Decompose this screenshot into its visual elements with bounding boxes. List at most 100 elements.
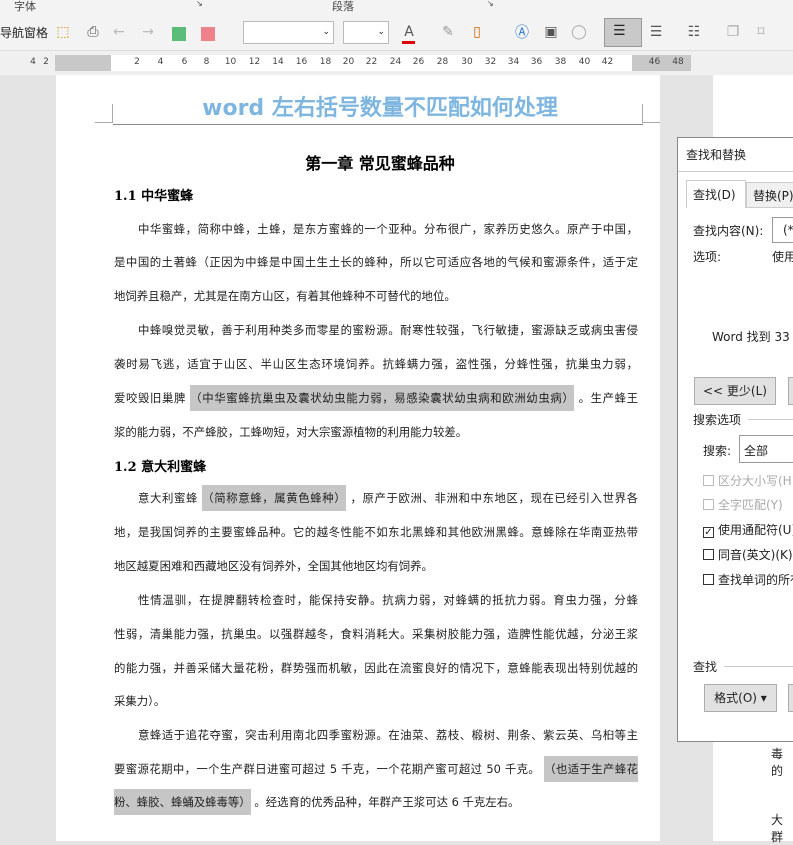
section-heading: 1.2 意大利蜜蜂: [114, 460, 207, 475]
paragraph-dialog-launcher-icon[interactable]: ↘: [487, 0, 494, 8]
text-segment: 。生产蜂王: [578, 391, 638, 405]
text-line: 中蜂嗅觉灵敏，善于利用种类多而零星的蜜粉源。耐寒性较强，飞行敏捷，蜜源缺乏或病虫…: [114, 319, 638, 341]
ruler-tick: 14: [272, 57, 284, 67]
text-segment: 意大利蜜蜂: [138, 491, 199, 505]
tab-find[interactable]: 查找(D): [686, 180, 746, 208]
ruler-tick: 8: [203, 57, 210, 67]
text-segment: 性弱，清巢能力强，抗巢虫。以强群越冬，食料消耗大。采集树胶能力强，造脾性能优越，…: [114, 627, 638, 641]
text-segment: 采集力）。: [114, 694, 166, 708]
text-line: 地，是我国饲养的主要蜜蜂品种。它的越冬性能不如东北黑蜂和其他欧洲黑蜂。意蜂除在华…: [114, 521, 638, 543]
multilevel-list-icon[interactable]: ☰: [645, 21, 667, 43]
ruler-tick: 32: [484, 57, 497, 67]
text-line: 性弱，清巢能力强，抗巢虫。以强群越冬，食料消耗大。采集树胶能力强，造脾性能优越，…: [114, 623, 638, 645]
find-input[interactable]: (*): [772, 217, 793, 243]
ruler-tick: 36: [530, 57, 543, 67]
font-color-icon[interactable]: A: [398, 21, 420, 43]
ruler-tick: 40: [578, 57, 591, 67]
ruler-tick: 16: [295, 57, 308, 67]
wildcard-checkbox[interactable]: ✓ 使用通配符(U): [703, 521, 793, 538]
tab-replace[interactable]: 替换(P): [746, 182, 793, 208]
text-segment: 性情温驯，在提脾翻转检查时，能保持安静。抗病力弱，对蜂螨的抵抗力弱。育虫力强，分…: [138, 593, 638, 607]
select-icon[interactable]: ⬚: [52, 21, 74, 43]
textbox-icon[interactable]: Ⓐ: [511, 21, 533, 43]
search-label: 搜索:: [703, 444, 732, 458]
header-title: word 左右括号数量不匹配如何处理: [202, 96, 558, 121]
copy-icon[interactable]: ❐: [722, 21, 744, 43]
more-options-button[interactable]: [788, 377, 793, 405]
red-color-icon[interactable]: [201, 27, 215, 41]
search-options-heading: 搜索选项: [693, 413, 742, 427]
text-line: 粉、蜂胶、蜂蛹及蜂毒等） 。经选育的优秀品种，年群产王浆可达 6 千克左右。: [114, 789, 638, 815]
ruler-tick: 2: [43, 57, 49, 67]
search-direction-select[interactable]: 全部: [739, 435, 793, 463]
group-font-label: 字体: [14, 0, 36, 13]
green-color-icon[interactable]: [172, 27, 186, 41]
print-icon[interactable]: ⎙: [82, 21, 104, 43]
format-painter-icon[interactable]: ✎: [437, 21, 459, 43]
line-spacing-icon[interactable]: ☷: [683, 21, 705, 43]
ribbon-toolbar: 导航窗格 ⬚ ⎙ ← → ⌄ ⌄ A ✎ ▯ Ⓐ ▣ ◯ ☰ ☰ ☷ ❐ ⌑: [0, 13, 793, 51]
find-label: 查找内容(N):: [693, 224, 764, 238]
text-segment: 中华蜜蜂，简称中蜂，土蜂，是东方蜜蜂的一个亚种。分布很广，家养历史悠久。原产于中…: [138, 222, 638, 236]
text-line: 意蜂适于追花夺蜜，突击利用南北四季蜜粉源。在油菜、荔枝、椴树、荆条、紫云英、乌桕…: [114, 724, 638, 746]
text-line: 浆的能力弱，不产蜂胶，工蜂吻短，对大宗蜜源植物的利用能力较差。: [114, 421, 638, 443]
text-segment: 是中国的土著蜂（正因为中蜂是中国土生土长的蜂种，所以它可适应各地的气候和蜜源条件…: [114, 255, 638, 269]
special-button[interactable]: [788, 684, 793, 712]
ribbon-group-labels: 字体 ↘ 段落 ↘: [0, 0, 793, 13]
ruler-tick: 18: [319, 57, 332, 67]
search-highlight: （简称意蜂，属黄色蜂种）: [202, 485, 347, 511]
dialog-title: 查找和替换: [686, 148, 747, 162]
text-segment: 爱咬毁旧巢脾: [114, 391, 187, 405]
text-line: 性情温驯，在提脾翻转检查时，能保持安静。抗病力弱，对蜂螨的抵抗力弱。育虫力强，分…: [114, 589, 638, 611]
match-case-checkbox[interactable]: 区分大小写(H): [703, 472, 793, 489]
text-segment: 浆的能力弱，不产蜂胶，工蜂吻短，对大宗蜜源植物的利用能力较差。: [114, 425, 468, 439]
numbering-button[interactable]: ☰: [604, 18, 642, 47]
ruler-tick: 42: [601, 57, 614, 67]
page2-text: 毒的: [771, 747, 784, 778]
text-segment: ，原产于欧洲、非洲和中东地区，现在已经引入世界各: [350, 491, 638, 505]
ruler-tick: 2: [134, 57, 140, 67]
less-button[interactable]: << 更少(L): [694, 377, 776, 405]
text-segment: 。经选育的优秀品种，年群产王浆可达 6 千克左右。: [254, 795, 520, 809]
document-icon[interactable]: ▯: [466, 21, 488, 43]
nav-pane-button[interactable]: 导航窗格: [0, 24, 48, 41]
forward-arrow-icon[interactable]: →: [137, 21, 159, 43]
find-replace-dialog: 查找和替换 查找(D) 替换(P) 查找内容(N): (*) 选项: 使用通配符…: [677, 137, 793, 742]
chapter-title: 第一章 常见蜜蜂品种: [305, 154, 455, 173]
font-color-swatch: [402, 41, 415, 44]
font-dialog-launcher-icon[interactable]: ↘: [196, 0, 203, 8]
search-highlight: （也适于生产蜂花: [544, 756, 638, 782]
bookmark-icon[interactable]: ⌑: [750, 21, 772, 43]
text-line: 地饲养且稳产，尤其是在南方山区，有着其他蜂种不可替代的地位。: [114, 285, 638, 307]
options-value: 使用通配符: [772, 250, 793, 264]
text-segment: 地，是我国饲养的主要蜜蜂品种。它的越冬性能不如东北黑蜂和其他欧洲黑蜂。意蜂除在华…: [114, 525, 638, 539]
whole-word-checkbox[interactable]: 全字匹配(Y): [703, 496, 783, 513]
sounds-like-checkbox[interactable]: 同音(英文)(K): [703, 546, 793, 563]
text-line: 中华蜜蜂，简称中蜂，土蜂，是东方蜜蜂的一个亚种。分布很广，家养历史悠久。原产于中…: [114, 218, 638, 240]
word-forms-checkbox[interactable]: 查找单词的所有形式: [703, 571, 793, 588]
ruler-tick: 4: [157, 57, 164, 67]
result-message: Word 找到 33: [712, 330, 790, 344]
ruler-tick: 48: [672, 57, 684, 67]
text-line: 的能力强，并善采储大量花粉，群势强而机敏，因此在流蜜良好的情况下，意蜂能表现出特…: [114, 657, 638, 679]
back-arrow-icon[interactable]: ←: [108, 21, 130, 43]
text-line: 是中国的土著蜂（正因为中蜂是中国土生土长的蜂种，所以它可适应各地的气候和蜜源条件…: [114, 251, 638, 273]
ruler-tick: 6: [181, 57, 188, 67]
ruler-tick: 26: [412, 57, 425, 67]
font-name-select[interactable]: ⌄: [243, 21, 334, 44]
font-size-select[interactable]: ⌄: [343, 21, 389, 44]
ruler-tick: 38: [554, 57, 567, 67]
ruler-tick: 12: [248, 57, 261, 67]
shapes-icon[interactable]: ◯: [568, 21, 590, 43]
group-paragraph-label: 段落: [332, 0, 354, 13]
format-button[interactable]: 格式(O) ▾: [704, 684, 777, 712]
text-segment: 的能力强，并善采储大量花粉，群势强而机敏，因此在流蜜良好的情况下，意蜂能表现出特…: [114, 661, 638, 675]
text-line: 爱咬毁旧巢脾 （中华蜜蜂抗巢虫及囊状幼虫能力弱，易感染囊状幼虫病和欧洲幼虫病） …: [114, 385, 638, 411]
options-label: 选项:: [693, 250, 722, 264]
text-line: 采集力）。: [114, 690, 638, 712]
ruler-tick: 46: [648, 57, 661, 67]
picture-icon[interactable]: ▣: [540, 21, 562, 43]
ruler-tick: 24: [389, 57, 402, 67]
search-highlight: 粉、蜂胶、蜂蛹及蜂毒等）: [114, 789, 251, 815]
text-segment: 袭时易飞逃，适宜于山区、半山区生态环境饲养。抗蜂螨力强，盗性强，分蜂性强，抗巢虫…: [114, 357, 638, 371]
